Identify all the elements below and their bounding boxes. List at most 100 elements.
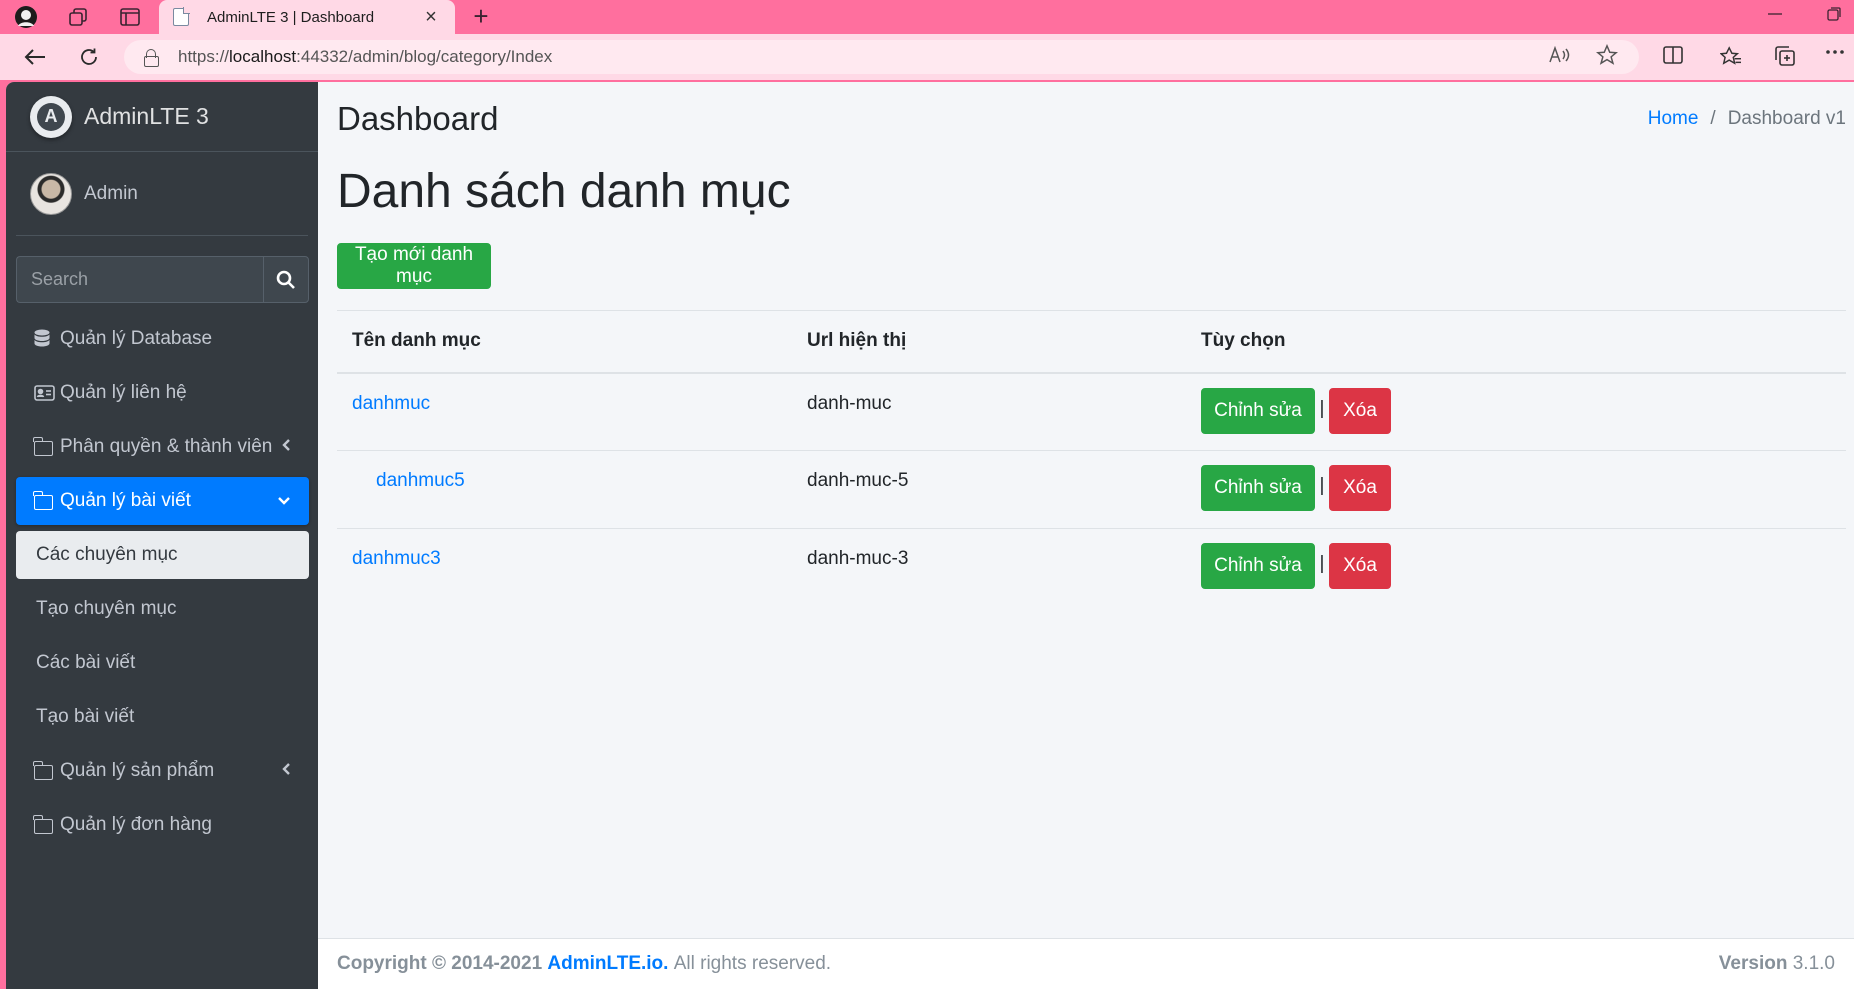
profile-avatar-icon[interactable]	[12, 4, 40, 30]
refresh-icon[interactable]	[72, 42, 106, 72]
search-icon	[276, 270, 295, 289]
lock-icon	[144, 49, 159, 67]
favorite-star-icon[interactable]	[1595, 43, 1619, 71]
delete-button[interactable]: Xóa	[1329, 543, 1391, 589]
sidebar-item-label: Quản lý đơn hàng	[60, 814, 212, 835]
sidebar-item-orders[interactable]: Quản lý đơn hàng	[16, 801, 309, 849]
table-row: danhmuc5 danh-muc-5 Chỉnh sửa | Xóa	[337, 450, 1846, 529]
chevron-down-icon	[277, 490, 291, 511]
sidebar-item-database[interactable]: Quản lý Database	[16, 315, 309, 363]
rights-text: All rights reserved.	[673, 953, 832, 974]
sidebar-item-label: Quản lý Database	[60, 328, 213, 349]
sidebar-item-categories[interactable]: Các chuyên mục	[16, 531, 309, 579]
back-arrow-icon[interactable]	[18, 42, 52, 72]
chevron-left-icon	[281, 760, 291, 781]
brand-logo-icon: A	[30, 95, 72, 138]
sidebar-item-create-category[interactable]: Tạo chuyên mục	[16, 585, 309, 633]
split-screen-icon[interactable]	[1660, 46, 1686, 70]
active-tab[interactable]: AdminLTE 3 | Dashboard ×	[159, 0, 455, 34]
vertical-tabs-icon[interactable]	[116, 4, 144, 30]
restore-icon[interactable]	[1814, 0, 1854, 28]
sidebar-item-label: Quản lý bài viết	[60, 490, 191, 511]
action-separator: |	[1319, 397, 1325, 419]
delete-button[interactable]: Xóa	[1329, 465, 1391, 511]
breadcrumb-separator: /	[1710, 108, 1716, 129]
tab-title: AdminLTE 3 | Dashboard	[207, 8, 375, 26]
brand-link[interactable]: A AdminLTE 3	[6, 82, 318, 152]
category-url: danh-muc-5	[792, 450, 1186, 529]
breadcrumb-home-link[interactable]: Home	[1648, 108, 1699, 129]
sidebar-item-label: Quản lý sản phẩm	[60, 760, 215, 781]
page-title: Dashboard	[337, 100, 499, 137]
user-name: Admin	[84, 182, 138, 204]
category-list-heading: Danh sách danh mục	[337, 165, 791, 218]
user-panel[interactable]: Admin	[16, 152, 308, 236]
search-button[interactable]	[263, 256, 309, 303]
copyright-text: Copyright © 2014-2021	[337, 953, 543, 974]
sidebar-item-post-list[interactable]: Các bài viết	[16, 639, 309, 687]
content-wrapper: Dashboard Home / Dashboard v1 Danh sách da…	[318, 82, 1854, 989]
sidebar-item-permissions[interactable]: Phân quyền & thành viên	[16, 423, 309, 471]
folder-icon	[33, 436, 56, 456]
sidebar-search	[16, 256, 309, 303]
delete-button[interactable]: Xóa	[1329, 387, 1391, 434]
search-input[interactable]	[16, 256, 263, 303]
adminlte-link[interactable]: AdminLTE.io.	[547, 953, 668, 975]
more-menu-icon[interactable]	[1822, 42, 1848, 68]
create-category-button[interactable]: Tạo mới danh mục	[337, 243, 491, 289]
category-name-link[interactable]: danhmuc3	[352, 548, 441, 569]
folder-icon	[33, 814, 56, 834]
sidebar-item-label: Các bài viết	[36, 652, 136, 673]
category-url: danh-muc	[792, 372, 1186, 451]
sidebar-item-contacts[interactable]: Quản lý liên hệ	[16, 369, 309, 417]
breadcrumb: Home / Dashboard v1	[1648, 108, 1846, 130]
sidebar-item-label: Tạo bài viết	[36, 706, 135, 727]
table-row: danhmuc danh-muc Chỉnh sửa | Xóa	[337, 372, 1846, 451]
category-url: danh-muc-3	[792, 528, 1186, 607]
category-name-link[interactable]: danhmuc5	[376, 470, 465, 491]
minimize-icon[interactable]	[1755, 0, 1795, 28]
edit-button[interactable]: Chỉnh sửa	[1201, 465, 1315, 511]
table-header-row: Tên danh mục Url hiện thị Tùy chọn	[337, 310, 1846, 374]
footer: Copyright © 2014-2021 AdminLTE.io. All r…	[318, 938, 1854, 989]
edit-button[interactable]: Chỉnh sửa	[1201, 543, 1315, 589]
avatar	[30, 172, 72, 215]
column-header-options: Tùy chọn	[1186, 310, 1846, 374]
breadcrumb-current: Dashboard v1	[1727, 108, 1846, 129]
tab-close-icon[interactable]: ×	[421, 6, 441, 29]
sidebar-item-create-post[interactable]: Tạo bài viết	[16, 693, 309, 741]
version-label: Version	[1718, 953, 1788, 974]
sidebar-nav: Quản lý Database Quản lý liên hệ Phân qu…	[16, 315, 309, 855]
action-separator: |	[1319, 553, 1325, 574]
brand-name: AdminLTE 3	[84, 103, 209, 129]
edit-button[interactable]: Chỉnh sửa	[1201, 387, 1315, 434]
database-icon	[34, 329, 56, 349]
sidebar: A AdminLTE 3 Admin Quản lý Database	[6, 82, 318, 989]
browser-toolbar: https://localhost:44332/admin/blog/categ…	[0, 34, 1854, 80]
folder-icon	[33, 760, 56, 780]
address-card-icon	[34, 385, 56, 401]
action-separator: |	[1319, 475, 1325, 496]
collections-icon[interactable]	[1772, 46, 1798, 72]
column-header-name: Tên danh mục	[337, 310, 792, 374]
read-aloud-icon[interactable]	[1548, 45, 1570, 69]
admin-app: A AdminLTE 3 Admin Quản lý Database	[6, 82, 1854, 989]
version-number: 3.1.0	[1792, 953, 1835, 974]
browser-tabbar: AdminLTE 3 | Dashboard × +	[0, 0, 1854, 34]
table-row: danhmuc3 danh-muc-3 Chỉnh sửa | Xóa	[337, 528, 1846, 607]
folder-icon	[33, 490, 56, 510]
category-name-link[interactable]: danhmuc	[352, 393, 430, 414]
address-bar[interactable]: https://localhost:44332/admin/blog/categ…	[124, 40, 1639, 74]
favorites-list-icon[interactable]	[1718, 46, 1744, 72]
category-table: Tên danh mục Url hiện thị Tùy chọn danhm…	[337, 310, 1846, 607]
sidebar-item-posts[interactable]: Quản lý bài viết	[16, 477, 309, 525]
workspaces-icon[interactable]	[64, 4, 92, 30]
page-favicon-icon	[173, 7, 190, 26]
chevron-left-icon	[281, 436, 291, 457]
new-tab-icon[interactable]: +	[466, 1, 496, 32]
sidebar-item-products[interactable]: Quản lý sản phẩm	[16, 747, 309, 795]
sidebar-item-label: Các chuyên mục	[36, 544, 178, 565]
sidebar-item-label: Quản lý liên hệ	[60, 382, 187, 403]
sidebar-item-label: Phân quyền & thành viên	[60, 436, 273, 457]
url-text: https://localhost:44332/admin/blog/categ…	[178, 47, 553, 66]
